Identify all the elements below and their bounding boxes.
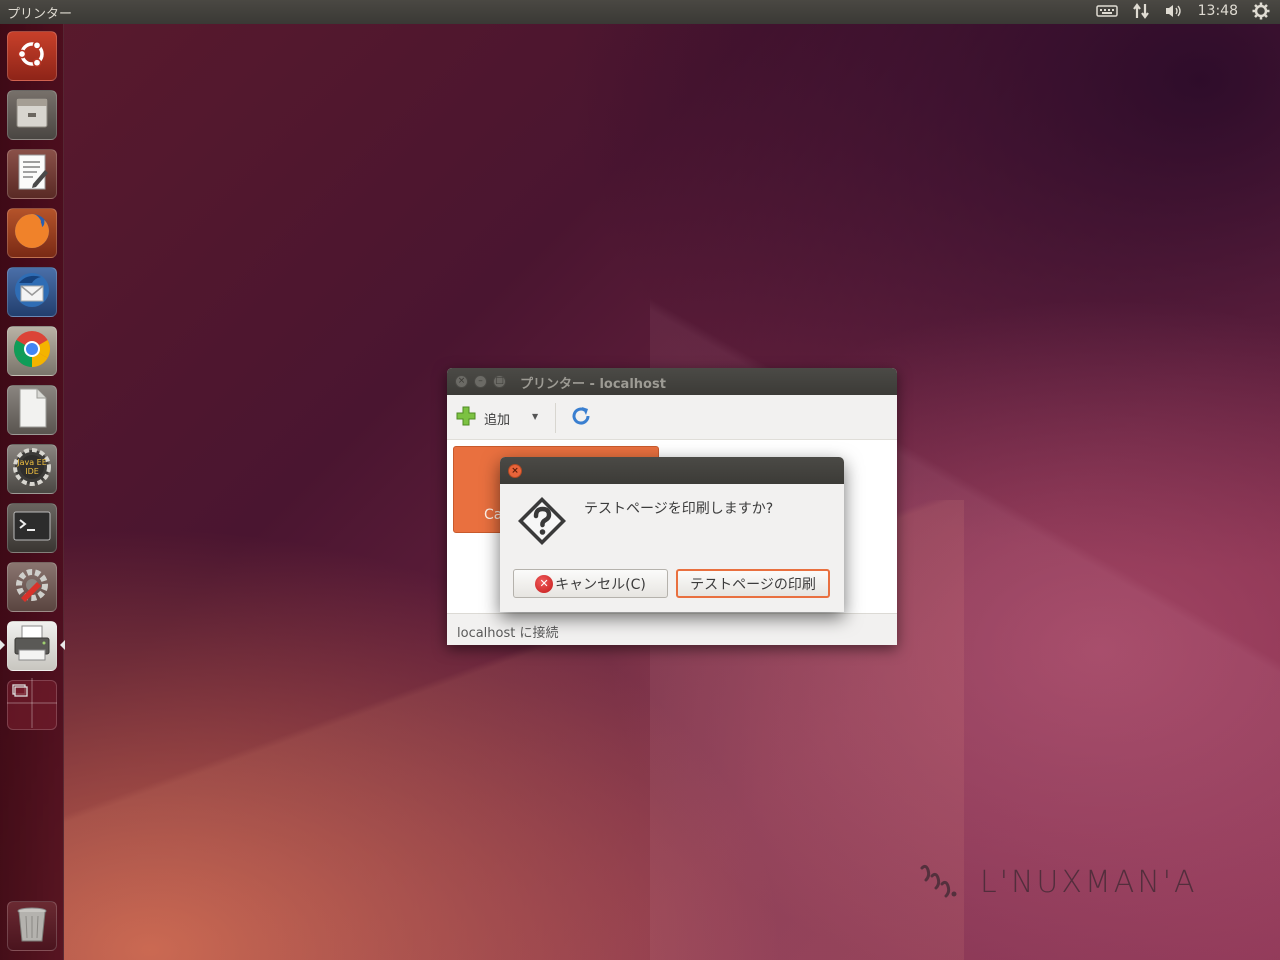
launcher-focus-indicator xyxy=(60,640,65,650)
launcher-item-thunderbird[interactable] xyxy=(7,267,57,317)
print-test-page-button[interactable]: テストページの印刷 xyxy=(676,569,830,598)
close-icon[interactable]: × xyxy=(455,375,468,388)
launcher-running-indicator xyxy=(0,640,5,650)
toolbar-separator xyxy=(555,403,556,433)
top-panel: プリンター 13:48 xyxy=(0,0,1280,24)
launcher-item-printers[interactable] xyxy=(7,621,57,671)
refresh-icon xyxy=(570,407,592,431)
refresh-button[interactable] xyxy=(570,405,592,431)
clock[interactable]: 13:48 xyxy=(1198,3,1238,19)
thunderbird-icon xyxy=(11,269,53,315)
svg-text:IDE: IDE xyxy=(25,467,39,476)
firefox-icon xyxy=(11,210,53,256)
chevron-down-icon[interactable]: ▼ xyxy=(532,412,538,421)
document-icon xyxy=(13,387,51,433)
network-icon[interactable] xyxy=(1132,2,1150,20)
add-printer-button[interactable]: 追加 xyxy=(456,406,510,430)
close-icon[interactable]: × xyxy=(508,464,522,478)
add-label: 追加 xyxy=(484,412,511,428)
toolbar: 追加 ▼ xyxy=(447,395,897,440)
chrome-icon xyxy=(11,328,53,374)
text-editor-icon xyxy=(13,152,51,196)
status-bar: localhost に接続 xyxy=(447,613,897,645)
trash-icon xyxy=(14,904,50,948)
launcher-item-chrome[interactable] xyxy=(7,326,57,376)
file-cabinet-icon xyxy=(13,94,51,136)
question-icon xyxy=(516,495,568,551)
launcher-item-files[interactable] xyxy=(7,90,57,140)
launcher-item-firefox[interactable] xyxy=(7,208,57,258)
minimize-icon[interactable]: – xyxy=(474,375,487,388)
print-label: テストページの印刷 xyxy=(690,576,816,593)
cancel-label: キャンセル(C) xyxy=(555,576,646,593)
linuxmania-logo-icon xyxy=(918,862,958,902)
launcher-item-terminal[interactable] xyxy=(7,503,57,553)
launcher-item-system-settings[interactable] xyxy=(7,562,57,612)
dialog-message: テストページを印刷しますか? xyxy=(584,501,774,517)
print-test-page-dialog: × テストページを印刷しますか? ✕ キャンセル(C) テストページの印刷 xyxy=(500,457,844,612)
window-titlebar[interactable]: × – □ プリンター - localhost xyxy=(447,368,897,395)
dialog-titlebar[interactable]: × xyxy=(500,457,844,484)
launcher-item-java-ee-ide[interactable]: Java EE IDE xyxy=(7,444,57,494)
cancel-icon: ✕ xyxy=(535,574,554,593)
connection-status: localhost に接続 xyxy=(457,626,559,641)
java-ee-ide-icon: Java EE IDE xyxy=(10,445,54,493)
session-gear-icon[interactable] xyxy=(1252,2,1270,20)
settings-wrench-icon xyxy=(11,564,53,610)
cancel-button[interactable]: ✕ キャンセル(C) xyxy=(513,569,668,598)
watermark-text: L'NUXMAN'A xyxy=(980,864,1198,900)
linuxmania-watermark: L'NUXMAN'A xyxy=(918,862,1198,902)
launcher-item-workspaces[interactable] xyxy=(7,678,57,732)
launcher-item-text-editor[interactable] xyxy=(7,149,57,199)
launcher-item-dash[interactable] xyxy=(7,31,57,81)
active-app-title: プリンター xyxy=(7,7,73,22)
launcher: Java EE IDE xyxy=(0,24,65,960)
ubuntu-logo-icon xyxy=(15,37,49,75)
launcher-item-trash[interactable] xyxy=(7,901,57,951)
keyboard-icon[interactable] xyxy=(1095,4,1118,18)
workspace-switcher-icon xyxy=(7,678,57,732)
printer-icon xyxy=(11,624,53,668)
window-title: プリンター - localhost xyxy=(520,377,666,392)
volume-icon[interactable] xyxy=(1164,3,1184,19)
maximize-icon[interactable]: □ xyxy=(493,375,506,388)
indicator-area: 13:48 xyxy=(1095,2,1270,20)
svg-text:Java EE: Java EE xyxy=(16,458,47,467)
terminal-icon xyxy=(12,509,52,547)
plus-icon xyxy=(456,406,476,430)
launcher-item-document[interactable] xyxy=(7,385,57,435)
